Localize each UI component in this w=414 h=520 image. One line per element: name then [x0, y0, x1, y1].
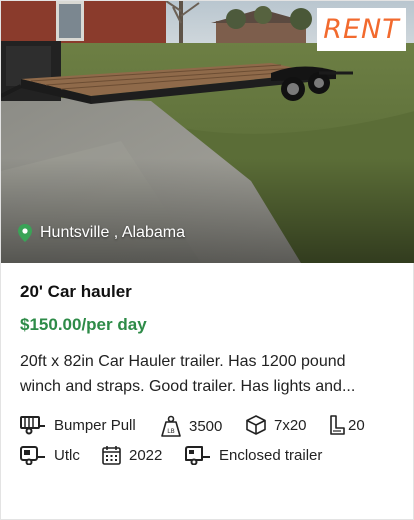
- svg-text:LB: LB: [167, 428, 174, 435]
- enclosed-trailer-icon: [185, 445, 211, 465]
- listing-price: $150.00/per day: [20, 315, 147, 334]
- spec-make: Utlc: [20, 445, 80, 465]
- spec-year-value: 2022: [129, 446, 163, 464]
- spec-length: 20: [329, 415, 365, 435]
- location-pin-icon: [18, 224, 32, 242]
- trailer-make-icon: [20, 445, 46, 465]
- spec-year: 2022: [102, 445, 162, 465]
- listing-card[interactable]: RENT Huntsville , Alabama 20' Car hauler…: [0, 0, 414, 520]
- hitch-trailer-icon: [20, 415, 46, 435]
- spec-weight: LB 3500: [161, 415, 222, 437]
- location: Huntsville , Alabama: [18, 224, 185, 242]
- box-dimensions-icon: [246, 415, 266, 435]
- spec-type-value: Enclosed trailer: [219, 446, 323, 464]
- weight-lb-icon: LB: [161, 415, 181, 437]
- location-text: Huntsville , Alabama: [40, 224, 185, 241]
- spec-size: 7x20: [246, 415, 307, 435]
- spec-length-value: 20: [348, 416, 365, 434]
- spec-weight-value: 3500: [189, 417, 223, 435]
- calendar-icon: [102, 445, 121, 465]
- listing-photo[interactable]: RENT Huntsville , Alabama: [1, 1, 414, 263]
- length-icon: [329, 415, 345, 435]
- spec-hitch-value: Bumper Pull: [54, 416, 136, 434]
- spec-hitch: Bumper Pull: [20, 415, 136, 435]
- spec-make-value: Utlc: [54, 446, 80, 464]
- listing-description: 20ft x 82in Car Hauler trailer. Has 1200…: [20, 353, 356, 395]
- spec-type: Enclosed trailer: [185, 445, 322, 465]
- spec-size-value: 7x20: [274, 416, 307, 434]
- listing-title[interactable]: 20' Car hauler: [20, 282, 132, 302]
- rent-badge: RENT: [317, 8, 406, 51]
